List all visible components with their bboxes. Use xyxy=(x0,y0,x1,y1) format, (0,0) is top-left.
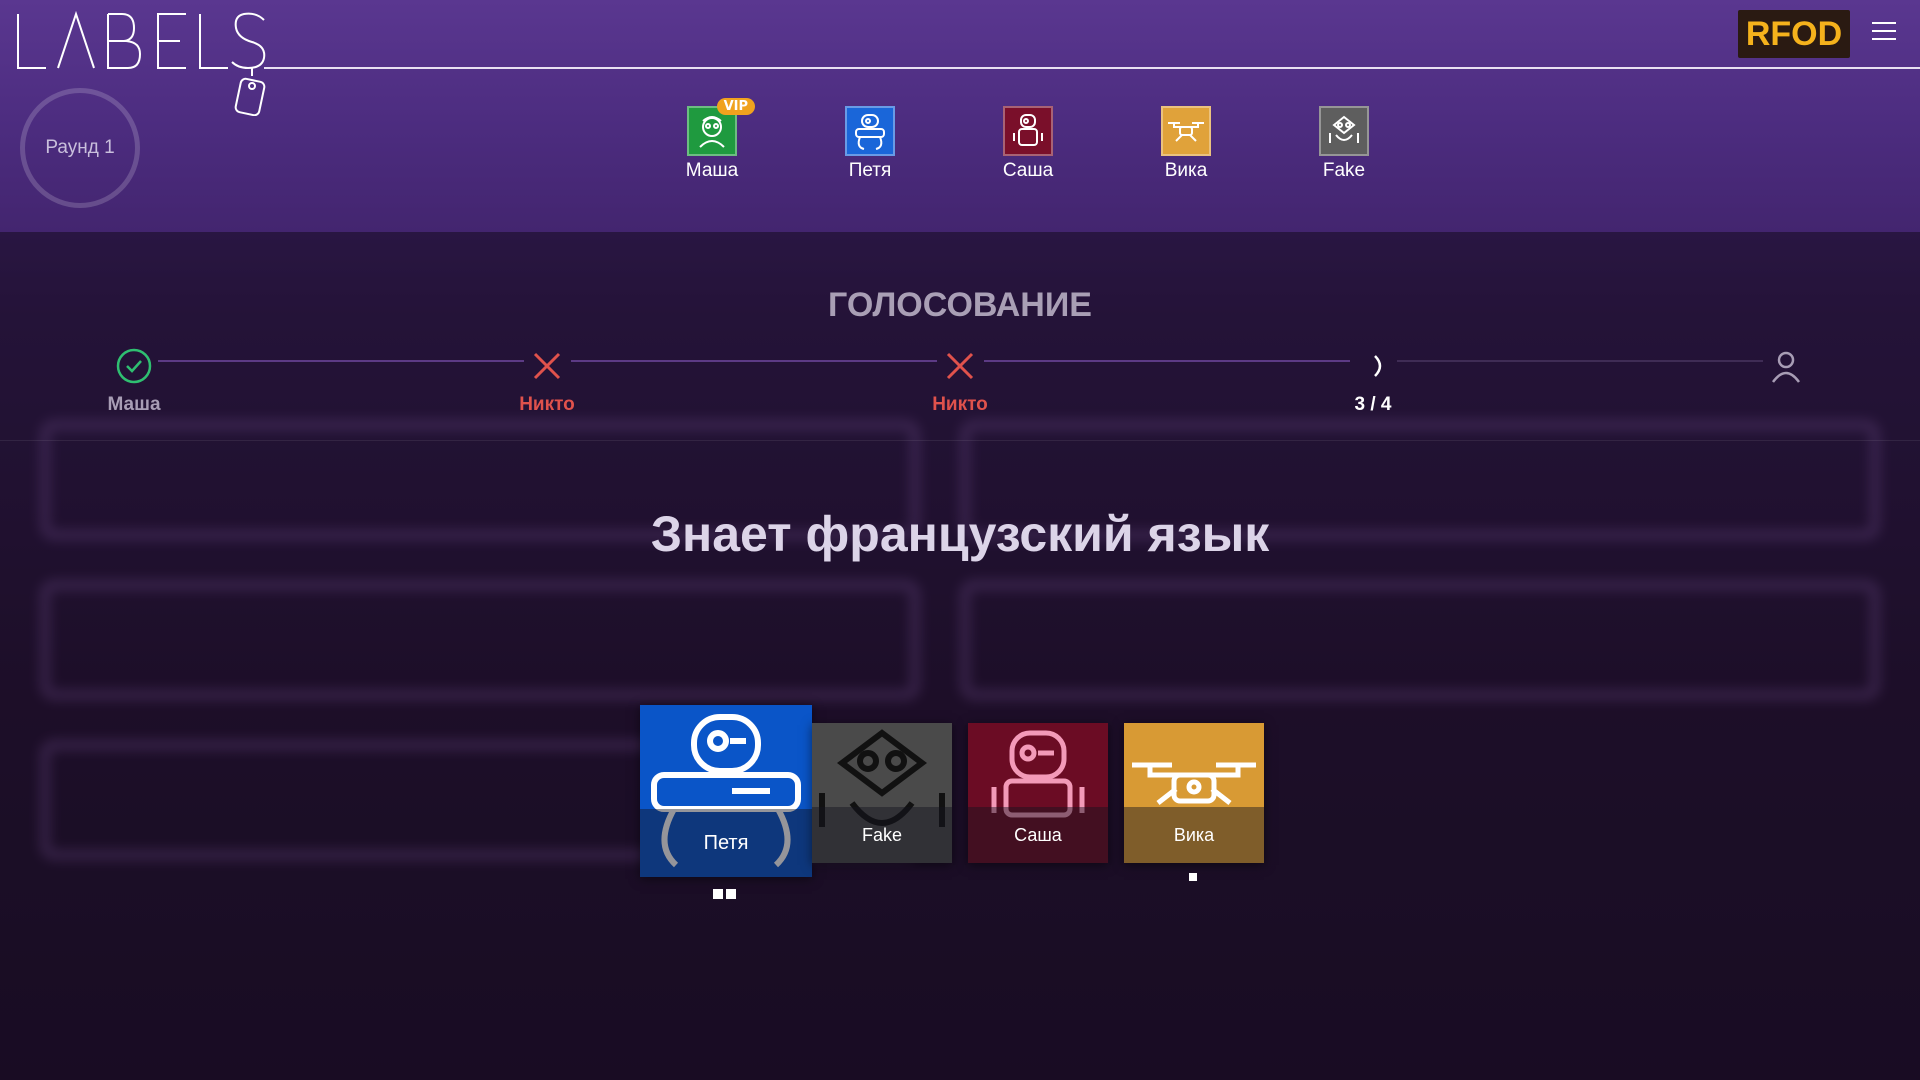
player-list: VIP Маша Петя Саша Вика Fake xyxy=(0,98,1920,186)
question-text: Знает французский язык xyxy=(650,506,1270,562)
candidate-cards: Петя Fake Саша Вика xyxy=(0,705,1920,925)
blurred-card xyxy=(960,580,1880,700)
candidate-name: Саша xyxy=(968,807,1108,863)
robot-tall-icon xyxy=(1013,114,1043,146)
candidate-card-vika[interactable]: Вика xyxy=(1124,723,1264,863)
avatar: VIP xyxy=(687,98,755,156)
brand-badge: RFOD xyxy=(1738,10,1850,58)
step-2: Никто xyxy=(487,348,607,416)
step-label: Никто xyxy=(932,394,988,415)
player-name: Саша xyxy=(1002,160,1054,181)
header-divider xyxy=(264,67,1920,69)
player-name: Маша xyxy=(685,160,739,181)
candidate-card-petya[interactable]: Петя xyxy=(640,705,812,877)
player-sasha[interactable]: Саша xyxy=(973,106,1083,182)
cross-icon xyxy=(533,352,561,380)
candidate-card-sasha[interactable]: Саша xyxy=(968,723,1108,863)
candidate-name: Петя xyxy=(640,809,812,877)
step-1: Маша xyxy=(74,348,194,416)
header: Раунд 1 RFOD VIP Маша Петя Саша Вика Fak… xyxy=(0,0,1920,232)
vote-marker xyxy=(726,889,736,899)
avatar xyxy=(1003,106,1053,156)
player-masha[interactable]: VIP Маша xyxy=(657,98,767,182)
player-vika[interactable]: Вика xyxy=(1131,106,1241,182)
avatar xyxy=(1319,106,1369,156)
hamburger-menu-icon[interactable] xyxy=(1872,22,1896,44)
player-petya[interactable]: Петя xyxy=(815,106,925,182)
step-label: 3 / 4 xyxy=(1354,394,1392,415)
step-label: Никто xyxy=(519,394,575,415)
vote-marker xyxy=(713,889,723,899)
robot-girl-icon xyxy=(699,116,725,148)
player-name: Петя xyxy=(848,160,892,181)
step-4: 3 / 4 xyxy=(1313,348,1433,416)
drone-icon xyxy=(1168,122,1204,142)
blurred-card xyxy=(40,580,920,700)
section-divider xyxy=(0,440,1920,441)
candidate-name: Вика xyxy=(1124,807,1264,863)
robot-crab-icon xyxy=(1329,115,1359,143)
vote-marker xyxy=(1189,873,1197,881)
vip-badge: VIP xyxy=(716,98,755,115)
candidate-card-fake[interactable]: Fake xyxy=(812,723,952,863)
step-5 xyxy=(1726,348,1846,384)
avatar xyxy=(1161,106,1211,156)
player-fake[interactable]: Fake xyxy=(1289,106,1399,182)
voting-steps: Маша Никто Никто 3 / 4 xyxy=(0,348,1920,428)
player-name: Fake xyxy=(1322,160,1366,181)
candidate-name: Fake xyxy=(812,807,952,863)
step-3: Никто xyxy=(900,348,1020,416)
check-circle-icon xyxy=(116,348,152,384)
vote-markers-vika xyxy=(1189,873,1197,881)
loading-spinner-icon xyxy=(1374,355,1382,377)
avatar xyxy=(845,106,895,156)
cross-icon xyxy=(946,352,974,380)
voting-title: ГОЛОСОВАНИЕ xyxy=(828,286,1092,324)
robot-walker-icon xyxy=(855,114,885,150)
user-icon xyxy=(1771,351,1801,383)
step-label: Маша xyxy=(107,394,161,415)
vote-markers-petya xyxy=(713,889,736,899)
player-name: Вика xyxy=(1164,160,1208,181)
